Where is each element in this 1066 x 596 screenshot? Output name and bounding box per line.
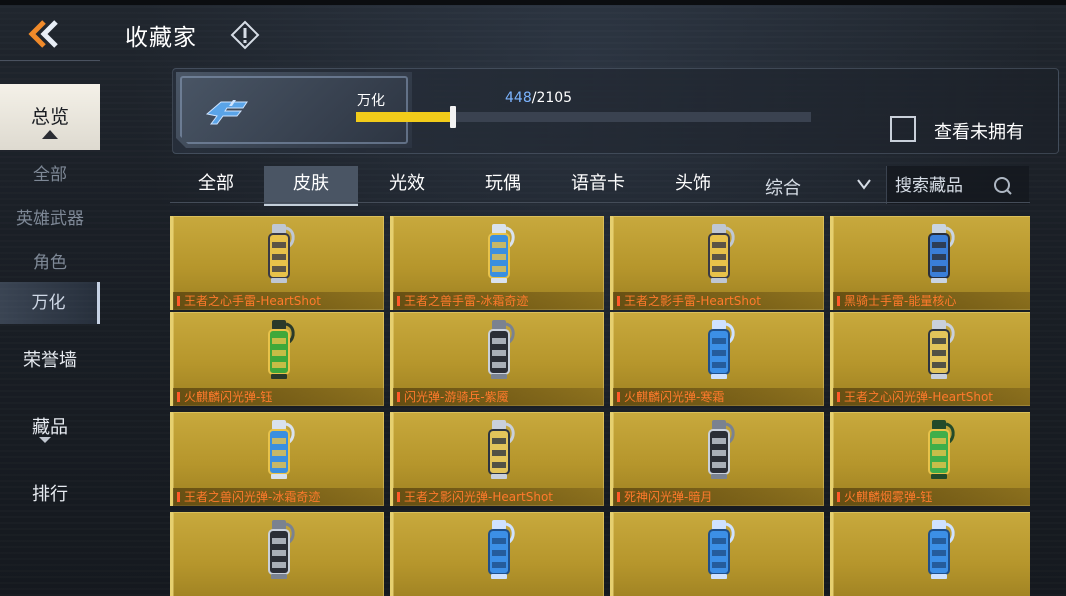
collection-item-card[interactable] <box>610 512 824 596</box>
sidebar-sub-all[interactable]: 全部 <box>0 160 100 185</box>
item-name: 火麒麟闪光弹-钰 <box>184 390 273 404</box>
flashbang-dark-icon <box>267 520 295 579</box>
flashbang-dark-icon <box>707 420 735 479</box>
rarity-marker <box>397 492 400 502</box>
grenade-blue-icon <box>927 224 955 283</box>
rarity-marker <box>837 492 840 502</box>
chevron-down-icon <box>857 179 871 190</box>
collection-item-card[interactable]: 闪光弹-游骑兵-紫魇 <box>390 312 604 406</box>
header-divider <box>0 60 100 61</box>
grenade-gold-icon <box>267 224 295 283</box>
sidebar-sub-hero-weapons[interactable]: 英雄武器 <box>0 204 100 229</box>
flashbang-gold-icon <box>927 320 955 379</box>
collection-item-card[interactable] <box>830 512 1030 596</box>
wanhua-emblem-icon <box>205 100 248 125</box>
rarity-marker <box>617 492 620 502</box>
sidebar-item-honor-wall[interactable]: 荣誉墙 <box>0 346 100 372</box>
double-chevron-left-icon <box>28 20 58 48</box>
collection-item-card[interactable]: 王者之兽手雷-冰霜奇迹 <box>390 216 604 310</box>
sidebar-item-overview[interactable]: 总览 <box>0 84 100 150</box>
top-strip <box>0 0 1066 5</box>
flashbang-blue-icon <box>707 320 735 379</box>
item-name: 火麒麟闪光弹-寒霜 <box>624 390 725 404</box>
back-button[interactable] <box>22 14 72 54</box>
rarity-marker <box>837 392 840 402</box>
tab-skins[interactable]: 皮肤 <box>264 166 358 206</box>
info-button[interactable] <box>230 20 260 50</box>
progress-total: /2105 <box>531 90 573 106</box>
collection-item-card[interactable]: 火麒麟闪光弹-寒霜 <box>610 312 824 406</box>
rarity-marker <box>397 392 400 402</box>
search-icon[interactable] <box>993 176 1013 196</box>
item-name: 黑骑士手雷-能量核心 <box>844 294 957 308</box>
item-name: 王者之心手雷-HeartShot <box>184 294 321 308</box>
collection-item-card[interactable]: 黑骑士手雷-能量核心 <box>830 216 1030 310</box>
search-input[interactable] <box>893 171 997 201</box>
sidebar-sub-wanhua[interactable]: 万化 <box>0 282 100 324</box>
show-unowned-label[interactable]: 查看未拥有 <box>934 118 1024 144</box>
caret-up-icon <box>42 130 58 139</box>
tab-effects[interactable]: 光效 <box>360 166 454 204</box>
sidebar-item-label: 总览 <box>30 106 69 128</box>
search-box <box>886 166 1029 204</box>
exclamation-diamond-icon <box>230 20 260 50</box>
rarity-marker <box>177 392 180 402</box>
tab-dolls[interactable]: 玩偶 <box>456 166 550 204</box>
collection-item-card[interactable]: 王者之心闪光弹-HeartShot <box>830 312 1030 406</box>
collection-item-card[interactable] <box>390 512 604 596</box>
collection-item-card[interactable]: 王者之影手雷-HeartShot <box>610 216 824 310</box>
caret-down-icon <box>39 437 51 443</box>
sort-label: 综合 <box>765 178 801 199</box>
rarity-marker <box>837 296 840 306</box>
grenade-dragon-blue-icon <box>487 224 515 283</box>
page-title: 收藏家 <box>125 25 197 51</box>
item-name: 王者之兽手雷-冰霜奇迹 <box>404 294 529 308</box>
item-name: 王者之兽闪光弹-冰霜奇迹 <box>184 490 321 504</box>
sidebar-sub-characters[interactable]: 角色 <box>0 248 100 273</box>
collection-item-card[interactable]: 王者之兽闪光弹-冰霜奇迹 <box>170 412 384 506</box>
item-name: 王者之心闪光弹-HeartShot <box>844 390 993 404</box>
flashbang-gold-icon <box>487 420 515 479</box>
progress-fill <box>356 112 453 122</box>
tab-voice-cards[interactable]: 语音卡 <box>550 166 646 204</box>
collection-grid: 王者之心手雷-HeartShot 王者之兽手雷-冰霜奇迹 王者之影手雷-Hear… <box>170 216 1030 596</box>
sort-dropdown[interactable]: 综合 <box>760 168 878 202</box>
item-name: 火麒麟烟雾弹-钰 <box>844 490 933 504</box>
rarity-marker <box>177 296 180 306</box>
rarity-marker <box>177 492 180 502</box>
rarity-marker <box>617 392 620 402</box>
flashbang-dark-icon <box>487 320 515 379</box>
collection-item-card[interactable]: 王者之心手雷-HeartShot <box>170 216 384 310</box>
show-unowned-checkbox[interactable] <box>890 116 916 142</box>
rarity-marker <box>397 296 400 306</box>
tab-all[interactable]: 全部 <box>170 166 262 204</box>
flashbang-blue-icon <box>707 520 735 579</box>
flashbang-green-icon <box>267 320 295 379</box>
smoke-green-icon <box>927 420 955 479</box>
grenade-gold-icon <box>707 224 735 283</box>
collection-item-card[interactable]: 火麒麟烟雾弹-钰 <box>830 412 1030 506</box>
tabs-divider <box>170 202 1030 203</box>
progress-marker <box>449 106 456 128</box>
collection-item-card[interactable] <box>170 512 384 596</box>
item-name: 闪光弹-游骑兵-紫魇 <box>404 390 509 404</box>
progress-count: 448/2105 <box>505 90 572 106</box>
grenade-dragon-blue-icon <box>267 420 295 479</box>
progress-bar <box>356 106 811 128</box>
rarity-marker <box>617 296 620 306</box>
item-name: 死神闪光弹-暗月 <box>624 490 713 504</box>
tab-headwear[interactable]: 头饰 <box>646 166 740 204</box>
collection-item-card[interactable]: 火麒麟闪光弹-钰 <box>170 312 384 406</box>
collection-item-card[interactable]: 王者之影闪光弹-HeartShot <box>390 412 604 506</box>
item-name: 王者之影闪光弹-HeartShot <box>404 490 553 504</box>
item-name: 王者之影手雷-HeartShot <box>624 294 761 308</box>
sidebar-item-ranking[interactable]: 排行 <box>0 480 100 506</box>
progress-current: 448 <box>505 90 532 106</box>
flashbang-blue-icon <box>927 520 955 579</box>
sidebar-item-collection[interactable]: 藏品 <box>0 413 100 439</box>
progress-label: 万化 <box>357 93 385 109</box>
flashbang-blue-icon <box>487 520 515 579</box>
collection-item-card[interactable]: 死神闪光弹-暗月 <box>610 412 824 506</box>
